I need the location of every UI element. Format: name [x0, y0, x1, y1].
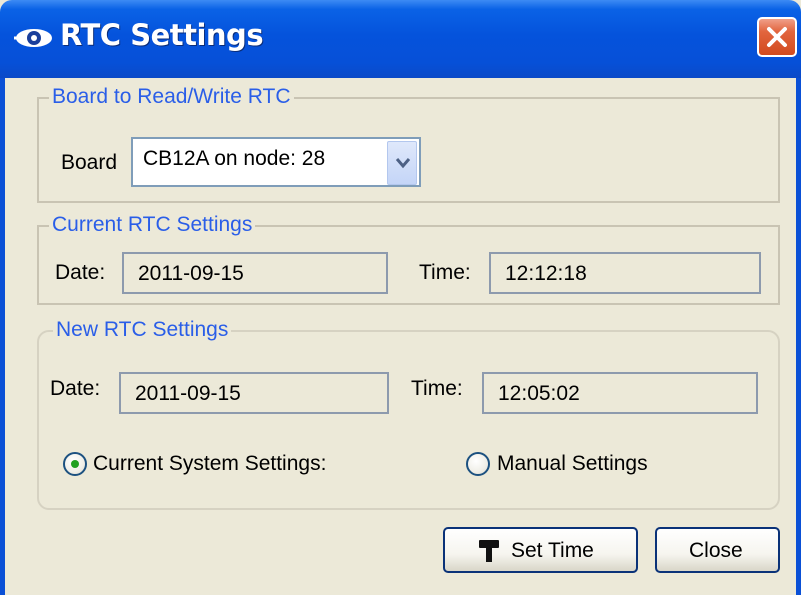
board-group-legend: Board to Read/Write RTC — [49, 85, 294, 109]
board-select[interactable]: CB12A on node: 28 — [131, 137, 421, 187]
eye-logo-icon — [14, 29, 52, 47]
set-time-button-label: Set Time — [511, 539, 594, 562]
new-rtc-group-legend: New RTC Settings — [53, 318, 232, 342]
rtc-settings-dialog: RTC Settings Board to Read/Write RTC Boa… — [0, 0, 801, 595]
board-label: Board — [61, 151, 118, 174]
current-date-field: 2011-09-15 — [122, 252, 388, 294]
hammer-icon — [479, 540, 499, 562]
chevron-down-icon — [395, 158, 411, 169]
current-rtc-group: Current RTC Settings Date: 2011-09-15 Ti… — [37, 213, 780, 305]
window-border-right — [796, 78, 801, 595]
new-time-label: Time: — [411, 377, 463, 400]
current-system-settings-radio[interactable] — [63, 452, 87, 476]
manual-settings-label[interactable]: Manual Settings — [497, 452, 648, 476]
window-title: RTC Settings — [60, 18, 264, 52]
new-date-label: Date: — [50, 377, 101, 400]
close-button-label: Close — [689, 539, 743, 562]
current-time-field: 12:12:18 — [489, 252, 761, 294]
set-time-button[interactable]: Set Time — [443, 527, 638, 573]
window-border-left — [0, 78, 5, 595]
manual-settings-radio[interactable] — [466, 452, 490, 476]
current-date-label: Date: — [55, 261, 106, 284]
current-time-label: Time: — [419, 261, 471, 284]
current-system-settings-label[interactable]: Current System Settings: — [93, 452, 326, 476]
close-button[interactable]: Close — [655, 527, 780, 573]
new-rtc-group: New RTC Settings Date: 2011-09-15 Time: … — [37, 318, 780, 510]
board-select-dropdown-button[interactable] — [387, 141, 417, 185]
new-time-field[interactable]: 12:05:02 — [482, 372, 758, 414]
board-select-value: CB12A on node: 28 — [143, 147, 326, 170]
close-icon — [767, 27, 787, 47]
close-window-button[interactable] — [757, 17, 797, 57]
board-group: Board to Read/Write RTC Board CB12A on n… — [37, 85, 780, 203]
new-date-field[interactable]: 2011-09-15 — [119, 372, 389, 414]
current-rtc-group-legend: Current RTC Settings — [49, 213, 256, 237]
title-bar[interactable]: RTC Settings — [0, 0, 801, 78]
radio-selected-dot — [71, 460, 79, 468]
